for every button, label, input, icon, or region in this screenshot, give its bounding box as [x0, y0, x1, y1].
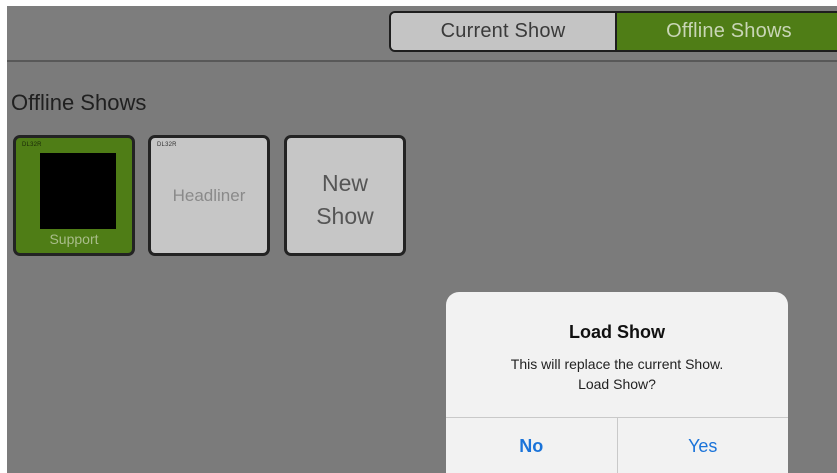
- mixer-model-tag: DL32R: [157, 142, 177, 148]
- dialog-message: This will replace the current Show. Load…: [466, 354, 768, 394]
- top-bar: Current Show Offline Shows: [7, 6, 837, 62]
- dialog-message-line2: Load Show?: [578, 376, 656, 392]
- show-tile-label: Headliner: [172, 186, 246, 205]
- mixer-model-tag: DL32R: [22, 142, 42, 148]
- new-show-label-line1: New: [321, 170, 368, 196]
- tab-offline-shows[interactable]: Offline Shows: [617, 13, 837, 50]
- new-show-button[interactable]: New Show: [284, 135, 406, 256]
- app-window: Current Show Offline Shows Offline Shows…: [7, 6, 837, 473]
- show-thumbnail-image: [40, 153, 116, 229]
- dialog-message-line1: This will replace the current Show.: [510, 356, 724, 372]
- show-tile-label: Support: [49, 231, 99, 247]
- new-show-label-line2: Show: [316, 203, 374, 229]
- new-show-label: New Show: [287, 167, 403, 233]
- dialog-actions: No Yes: [446, 417, 788, 473]
- dialog-title: Load Show: [569, 322, 665, 342]
- show-tile-support[interactable]: DL32R Support: [13, 135, 135, 256]
- show-mode-segmented-control: Current Show Offline Shows: [389, 11, 837, 52]
- page-title: Offline Shows: [11, 90, 147, 115]
- show-tile-headliner[interactable]: DL32R Headliner: [148, 135, 270, 256]
- load-show-dialog: Load Show This will replace the current …: [446, 292, 788, 473]
- no-button[interactable]: No: [446, 418, 618, 473]
- yes-button[interactable]: Yes: [618, 418, 789, 473]
- tab-current-show[interactable]: Current Show: [391, 13, 617, 50]
